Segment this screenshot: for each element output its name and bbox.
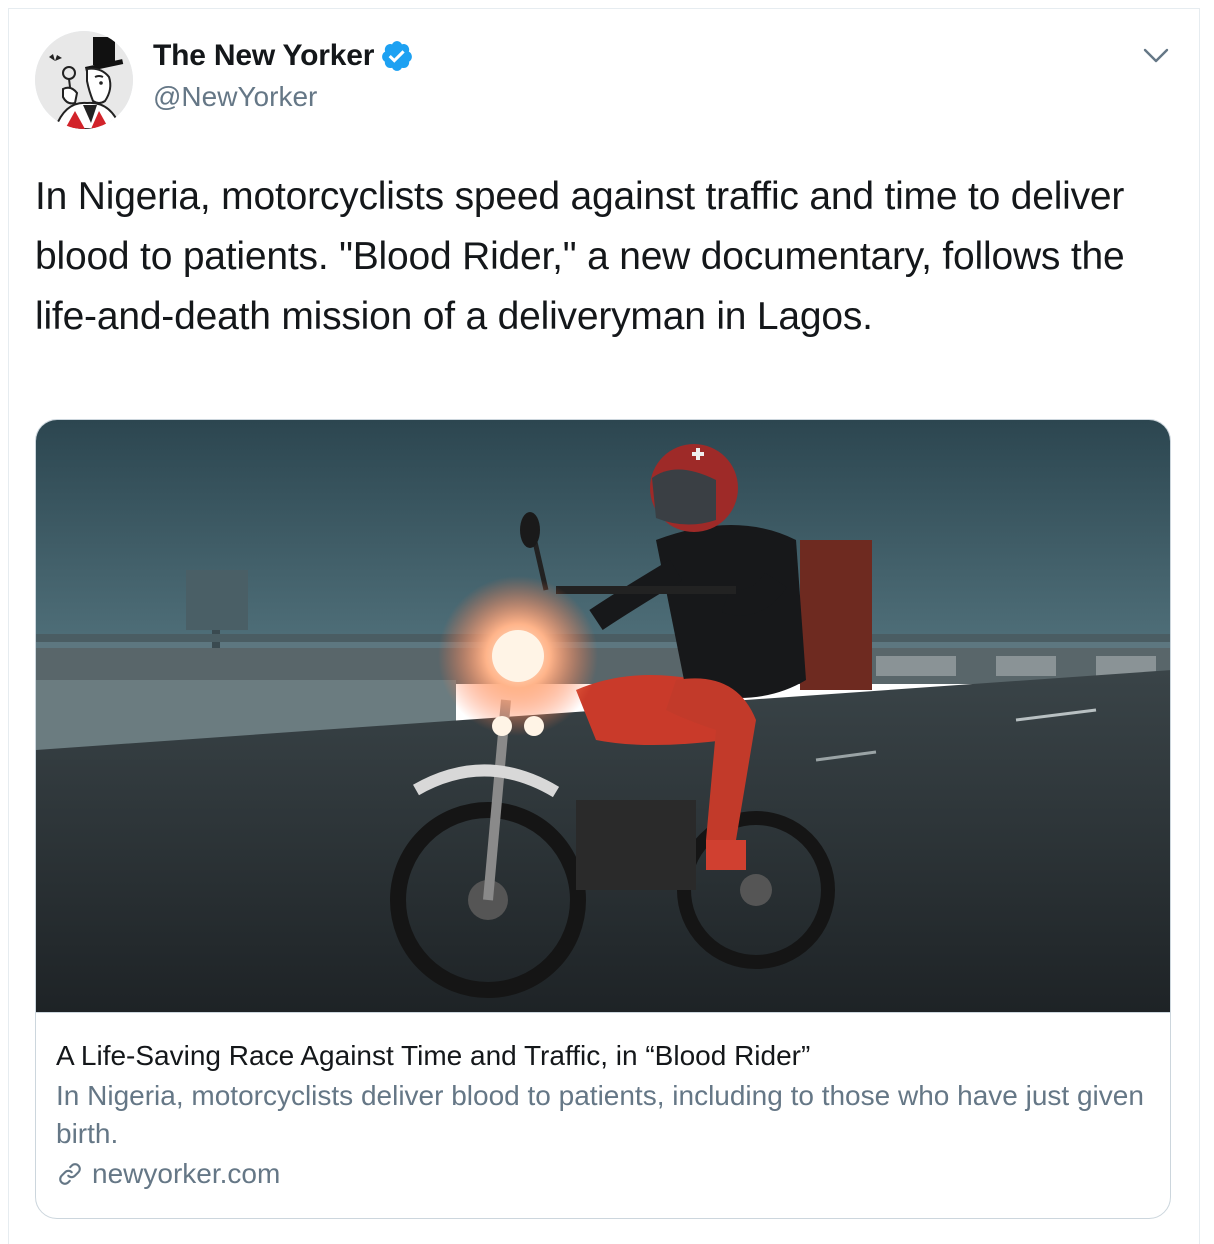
author-info[interactable]: The New Yorker @NewYorker [153, 39, 414, 113]
link-icon [56, 1160, 84, 1188]
avatar[interactable] [35, 31, 133, 129]
chevron-down-icon[interactable] [1139, 43, 1173, 69]
card-body[interactable]: A Life-Saving Race Against Time and Traf… [36, 1012, 1170, 1218]
card-domain-text[interactable]: newyorker.com [92, 1157, 280, 1191]
card-description: In Nigeria, motorcyclists deliver blood … [56, 1080, 1144, 1149]
card-title[interactable]: A Life-Saving Race Against Time and Traf… [56, 1039, 1150, 1073]
tweet: The New Yorker @NewYorker In Nigeria, mo… [8, 8, 1200, 1244]
name-row: The New Yorker [153, 39, 414, 73]
display-name[interactable]: The New Yorker [153, 39, 374, 73]
card-image[interactable] [36, 420, 1171, 1012]
tweet-text: In Nigeria, motorcyclists speed against … [35, 175, 1125, 338]
link-card[interactable]: A Life-Saving Race Against Time and Traf… [35, 419, 1171, 1219]
card-domain[interactable]: newyorker.com [56, 1157, 1150, 1191]
verified-badge-icon [380, 39, 414, 73]
eustace-tilley-logo [35, 31, 133, 129]
handle[interactable]: @NewYorker [153, 81, 414, 113]
